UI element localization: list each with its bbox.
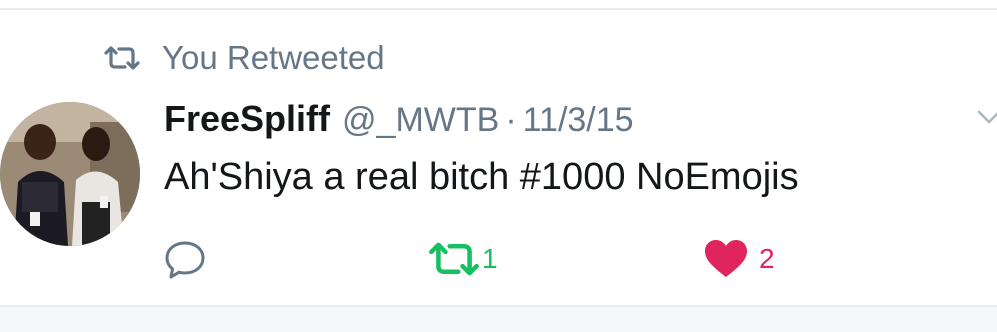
retweet-context-label: You Retweeted	[162, 39, 385, 76]
top-divider	[0, 8, 997, 10]
display-name[interactable]: FreeSpliff	[164, 98, 330, 140]
retweet-button[interactable]: 1	[428, 234, 498, 284]
retweet-icon	[429, 242, 479, 276]
tweet-actions: 1 2	[0, 234, 997, 284]
retweet-count: 1	[482, 243, 498, 274]
timeline-gap	[0, 307, 997, 332]
user-handle[interactable]: @_MWTB	[342, 101, 499, 140]
avatar[interactable]	[0, 102, 140, 246]
like-count: 2	[759, 243, 775, 274]
avatar-photo	[0, 102, 140, 246]
heart-icon	[705, 240, 747, 277]
reply-button[interactable]	[163, 234, 209, 284]
like-button[interactable]: 2	[703, 234, 775, 284]
tweet-date[interactable]: 11/3/15	[523, 101, 634, 140]
tweet-text: Ah'Shiya a real bitch #1000 NoEmojis	[164, 156, 799, 198]
tweet-header: FreeSpliff @_MWTB · 11/3/15	[164, 98, 634, 142]
retweet-context-icon	[104, 46, 140, 70]
chevron-down-icon[interactable]	[976, 106, 997, 132]
header-separator: ·	[505, 101, 517, 139]
retweet-context: You Retweeted	[104, 38, 385, 78]
reply-icon	[165, 241, 205, 279]
